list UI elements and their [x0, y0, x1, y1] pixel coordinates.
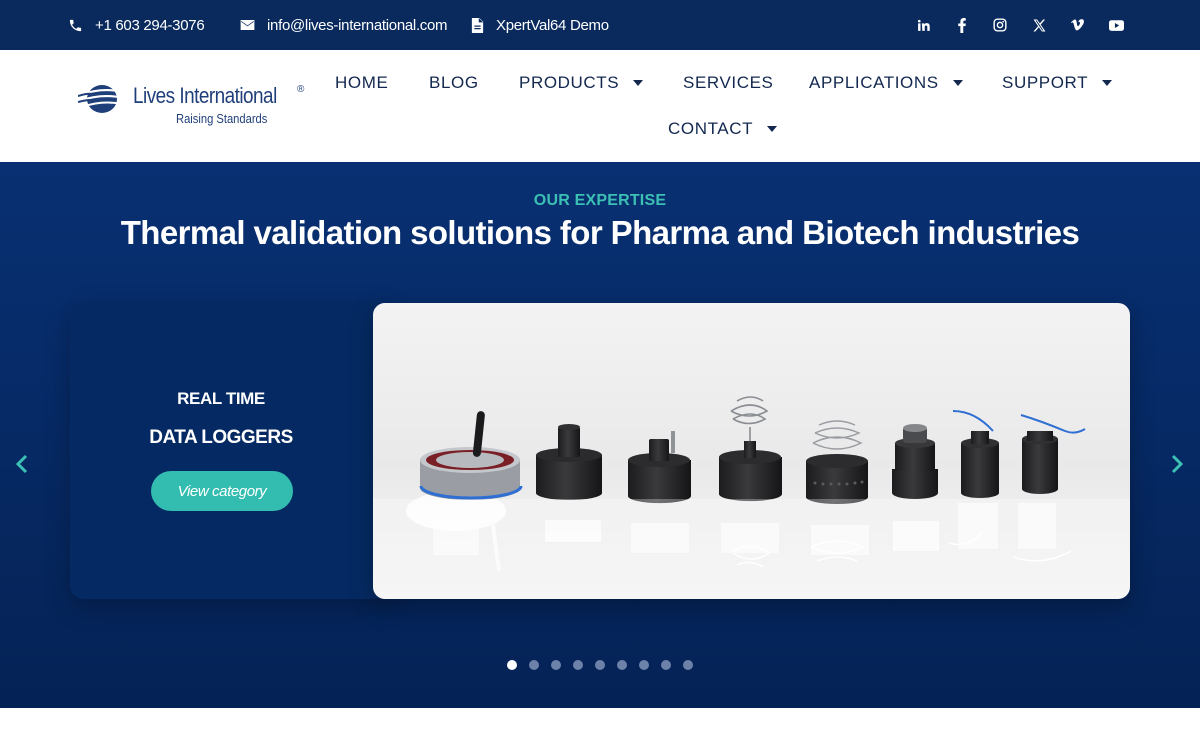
nav-services-label: SERVICES [683, 73, 774, 92]
email-link[interactable]: info@lives-international.com [240, 0, 448, 50]
nav-support[interactable]: SUPPORT [1002, 71, 1113, 95]
linkedin-icon[interactable] [913, 15, 933, 35]
logo-name: Lives International [133, 83, 277, 108]
slider-pagination [504, 660, 704, 672]
hero-eyebrow: OUR EXPERTISE [533, 192, 667, 209]
caret-down-icon [1102, 80, 1113, 86]
nav-support-label: SUPPORT [1002, 73, 1089, 92]
demo-label: XpertVal64 Demo [496, 16, 609, 34]
top-bar: +1 603 294-3076 info@lives-international… [0, 0, 1200, 50]
slider-prev-arrow[interactable] [10, 452, 34, 476]
nav-products[interactable]: PRODUCTS [519, 71, 644, 95]
globe-logo-icon [78, 85, 124, 113]
nav-contact-label: CONTACT [668, 119, 754, 138]
facebook-icon[interactable] [952, 15, 972, 35]
registered-mark: ® [297, 84, 305, 95]
vimeo-icon[interactable] [1067, 15, 1087, 35]
nav-services[interactable]: SERVICES [683, 71, 773, 95]
hero-title: Thermal validation solutions for Pharma … [120, 214, 1080, 251]
nav-applications[interactable]: APPLICATIONS [809, 71, 963, 95]
hero-section: OUR EXPERTISE Thermal validation solutio… [0, 162, 1200, 708]
nav-blog-label: BLOG [429, 73, 479, 92]
slide-product-image[interactable] [373, 303, 1130, 599]
caret-down-icon [952, 80, 963, 86]
slider-dot[interactable] [573, 660, 583, 670]
phone-icon [69, 19, 82, 31]
slider-dot[interactable] [595, 660, 605, 670]
instagram-icon[interactable] [990, 15, 1010, 35]
slider-dot[interactable] [639, 660, 649, 670]
company-logo[interactable]: Lives International ® Raising Standards [78, 82, 310, 132]
slider-dot[interactable] [551, 660, 561, 670]
email-address: info@lives-international.com [267, 16, 448, 34]
nav-contact[interactable]: CONTACT [668, 117, 778, 141]
logo-tagline: Raising Standards [176, 111, 268, 126]
site-header: Lives International ® Raising Standards … [0, 50, 1200, 162]
slider-dot[interactable] [683, 660, 693, 670]
envelope-icon [240, 20, 255, 30]
nav-blog[interactable]: BLOG [429, 71, 479, 95]
nav-home-label: HOME [335, 73, 389, 92]
youtube-icon[interactable] [1106, 15, 1126, 35]
slide-kicker: REAL TIME [177, 389, 265, 408]
x-icon[interactable] [1029, 15, 1049, 35]
chevron-left-icon [15, 454, 28, 474]
phone-number: +1 603 294-3076 [95, 16, 205, 34]
nav-home[interactable]: HOME [335, 71, 388, 95]
caret-down-icon [633, 80, 644, 86]
slider-dot[interactable] [617, 660, 627, 670]
caret-down-icon [767, 126, 778, 132]
slider-dot[interactable] [661, 660, 671, 670]
slide-info-card [70, 303, 390, 599]
view-category-button[interactable]: View category [151, 471, 293, 511]
slider-dot[interactable] [507, 660, 517, 670]
demo-link[interactable]: XpertVal64 Demo [471, 0, 609, 50]
phone-link[interactable]: +1 603 294-3076 [68, 0, 205, 50]
nav-products-label: PRODUCTS [519, 73, 620, 92]
file-icon [471, 17, 484, 33]
slide-category-title: DATA LOGGERS [149, 427, 293, 448]
slider-next-arrow[interactable] [1165, 452, 1189, 476]
nav-applications-label: APPLICATIONS [809, 73, 939, 92]
slider-dot[interactable] [529, 660, 539, 670]
chevron-right-icon [1171, 454, 1184, 474]
